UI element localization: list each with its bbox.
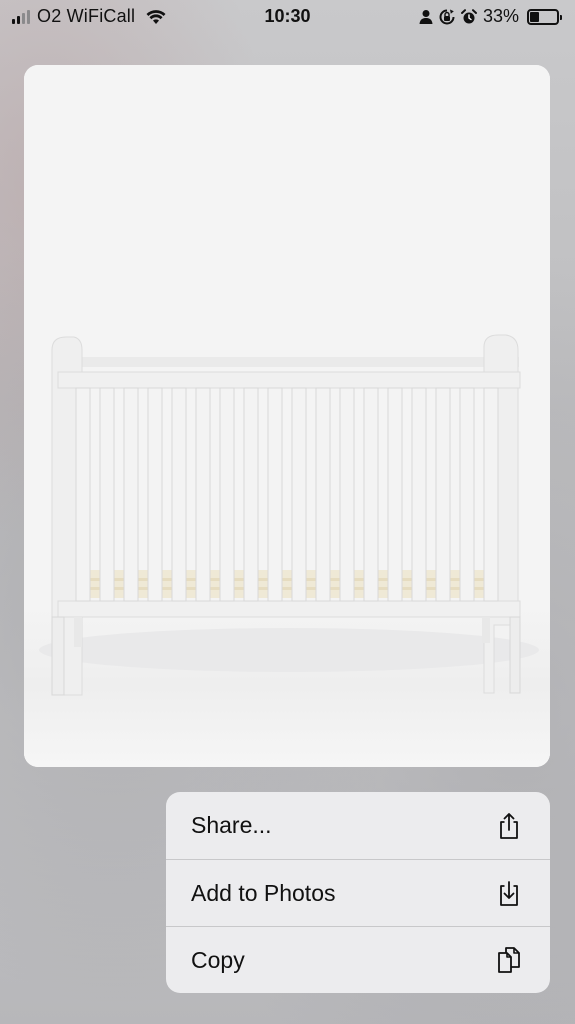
add-to-photos-label: Add to Photos: [191, 879, 336, 906]
battery-icon: [527, 8, 562, 25]
add-to-photos-icon: [500, 881, 518, 906]
share-menu-item[interactable]: Share...: [166, 792, 550, 859]
image-preview[interactable]: [24, 65, 550, 767]
copy-menu-item[interactable]: Copy: [166, 926, 550, 993]
context-menu: Share... Add to Photos Copy: [166, 792, 550, 993]
status-bar: O2 WiFiCall 10:30 33%: [0, 0, 575, 34]
copy-label: Copy: [191, 946, 245, 973]
add-to-photos-menu-item[interactable]: Add to Photos: [166, 859, 550, 926]
status-bar-right: 33%: [419, 6, 562, 27]
white-cot-image: [24, 65, 550, 767]
copy-icon: [498, 947, 520, 973]
share-label: Share...: [191, 812, 272, 838]
battery-percent: 33%: [482, 6, 519, 26]
person-icon: [419, 9, 433, 24]
alarm-icon: [460, 8, 477, 23]
rotation-lock-icon: [439, 9, 455, 24]
share-icon: [500, 812, 518, 839]
